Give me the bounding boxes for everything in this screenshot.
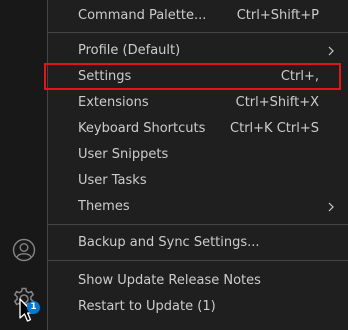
menu-item-restart-update[interactable]: Restart to Update (1) xyxy=(48,294,348,320)
menu-item-shortcut: Ctrl+, xyxy=(280,69,319,84)
menu-item-label: Keyboard Shortcuts xyxy=(78,121,206,136)
manage-menu: Command Palette... Ctrl+Shift+P Profile … xyxy=(47,0,348,330)
activity-bar: 1 xyxy=(0,0,48,323)
menu-item-label: Settings xyxy=(78,69,132,84)
menu-item-label: Backup and Sync Settings... xyxy=(78,235,260,250)
menu-item-label: User Tasks xyxy=(78,173,147,188)
menu-item-command-palette[interactable]: Command Palette... Ctrl+Shift+P xyxy=(48,3,348,29)
account-icon[interactable] xyxy=(12,238,36,262)
menu-item-label: Themes xyxy=(78,199,130,214)
menu-item-label: Show Update Release Notes xyxy=(78,273,261,288)
chevron-right-icon xyxy=(328,46,334,56)
menu-item-settings[interactable]: Settings Ctrl+, xyxy=(48,64,348,90)
update-badge: 1 xyxy=(27,301,40,314)
menu-separator xyxy=(48,260,348,261)
menu-item-shortcut: Ctrl+K Ctrl+S xyxy=(230,121,319,136)
menu-item-profile[interactable]: Profile (Default) xyxy=(48,38,348,64)
menu-item-extensions[interactable]: Extensions Ctrl+Shift+X xyxy=(48,90,348,116)
chevron-right-icon xyxy=(328,202,334,212)
menu-item-user-snippets[interactable]: User Snippets xyxy=(48,142,348,168)
menu-item-label: User Snippets xyxy=(78,147,169,162)
menu-item-backup-sync[interactable]: Backup and Sync Settings... xyxy=(48,230,348,256)
menu-item-label: Extensions xyxy=(78,95,149,110)
menu-item-label: Command Palette... xyxy=(78,8,207,23)
menu-item-label: Restart to Update (1) xyxy=(78,299,216,314)
menu-item-keyboard-shortcuts[interactable]: Keyboard Shortcuts Ctrl+K Ctrl+S xyxy=(48,116,348,142)
menu-item-release-notes[interactable]: Show Update Release Notes xyxy=(48,268,348,294)
menu-item-label: Profile (Default) xyxy=(78,43,181,58)
menu-item-shortcut: Ctrl+Shift+X xyxy=(235,95,319,110)
menu-item-user-tasks[interactable]: User Tasks xyxy=(48,168,348,194)
menu-item-themes[interactable]: Themes xyxy=(48,194,348,220)
menu-item-shortcut: Ctrl+Shift+P xyxy=(236,8,319,23)
menu-separator xyxy=(48,32,348,33)
menu-separator xyxy=(48,224,348,225)
